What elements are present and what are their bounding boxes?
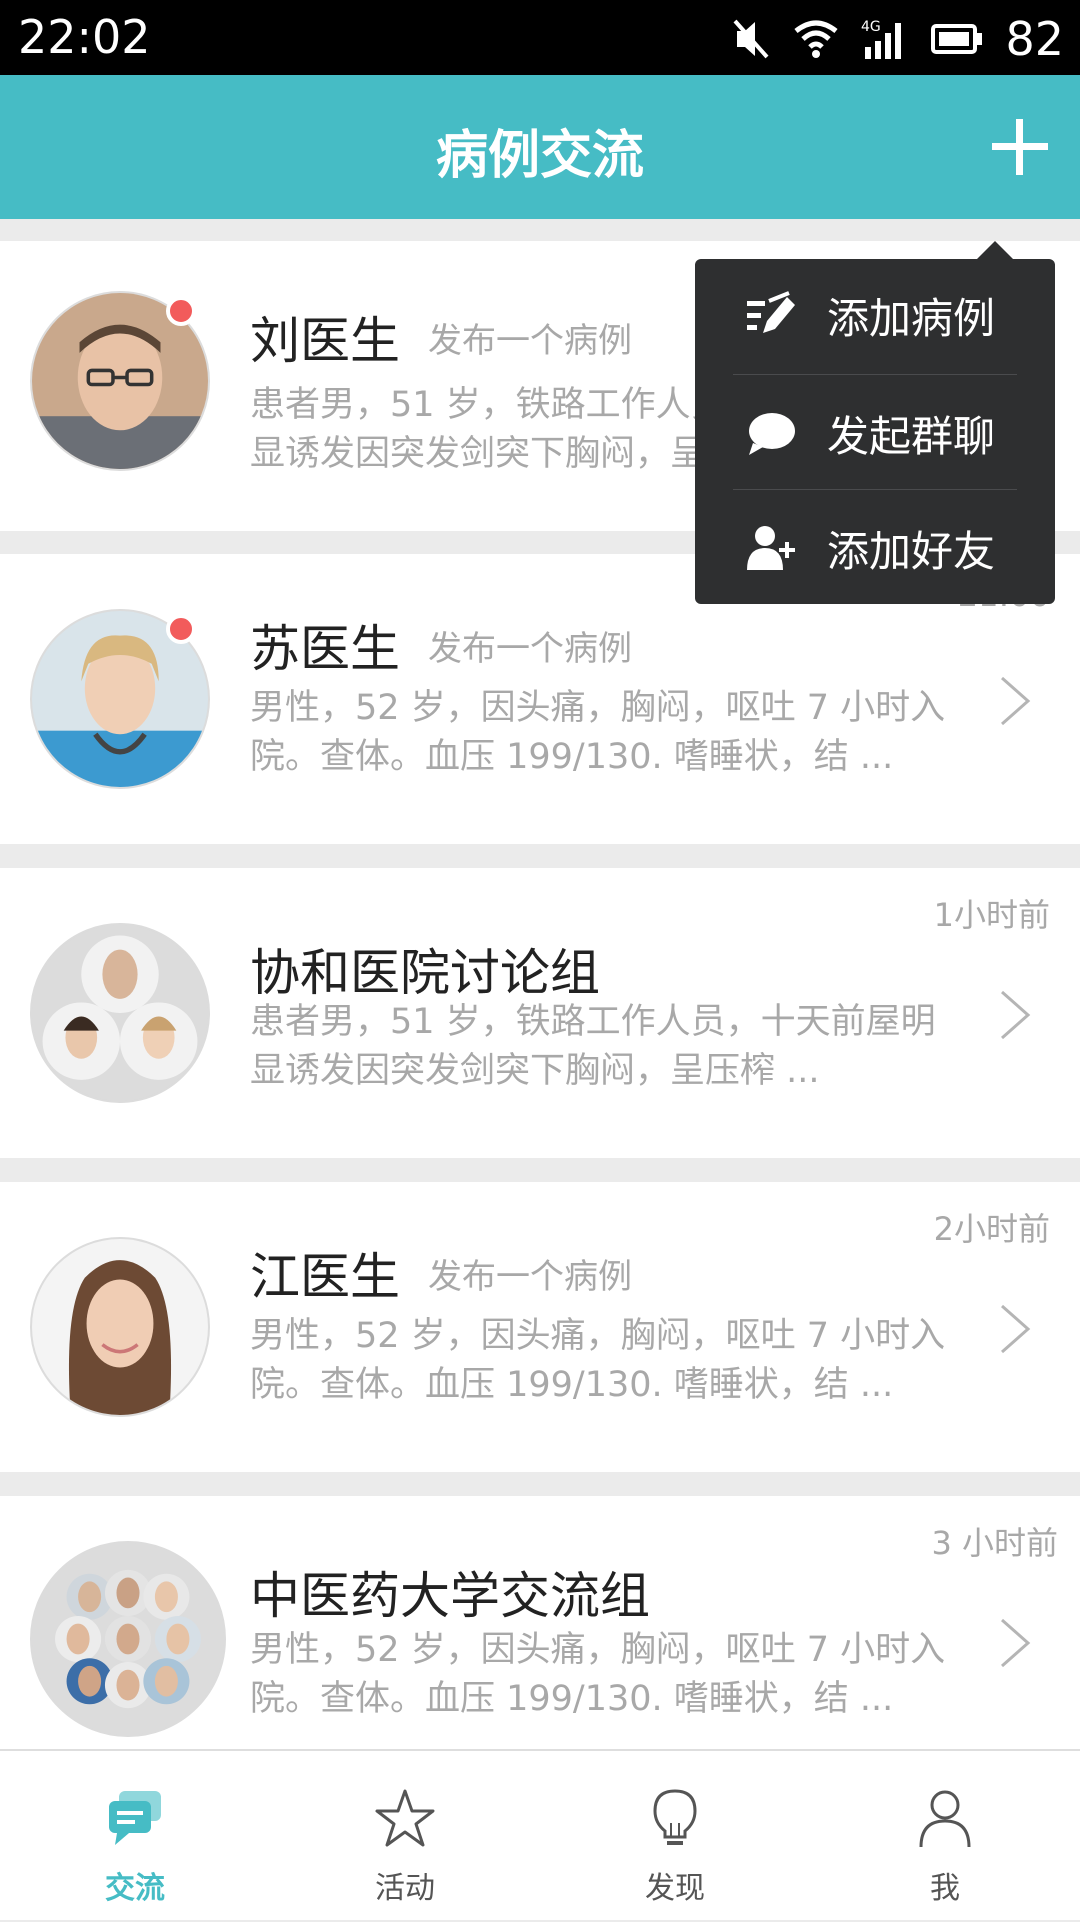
user-icon <box>919 1790 971 1848</box>
contact-action: 发布一个病例 <box>428 321 632 361</box>
lightbulb-icon <box>653 1789 697 1845</box>
contact-name: 苏医生 <box>250 620 400 678</box>
divider <box>733 374 1017 375</box>
chevron-right-icon <box>1001 1618 1031 1668</box>
dropdown-caret <box>977 241 1013 259</box>
timestamp: 1小时前 <box>933 896 1050 934</box>
chevron-right-icon <box>1001 676 1031 726</box>
contact-action: 发布一个病例 <box>428 1257 632 1297</box>
menu-item-label: 添加好友 <box>827 526 996 576</box>
tab-discover[interactable]: 发现 <box>540 1751 810 1922</box>
avatar <box>30 1541 226 1737</box>
list-item[interactable]: 协和医院讨论组 1小时前 患者男，51 岁，铁路工作人员，十天前屋明显诱发因突发… <box>0 868 1080 1158</box>
timestamp: 2小时前 <box>933 1210 1050 1248</box>
status-bar: 22:02 4G 82 <box>0 0 1080 75</box>
tab-label: 发现 <box>645 1871 705 1906</box>
unread-dot <box>166 614 196 644</box>
add-button[interactable] <box>988 115 1052 179</box>
menu-item-add-friend[interactable]: 添加好友 <box>695 492 1055 604</box>
unread-dot <box>166 296 196 326</box>
tab-label: 交流 <box>105 1871 165 1906</box>
list-item[interactable]: 江医生 发布一个病例 2小时前 男性，52 岁，因头痛，胸闷，呕吐 7 小时入院… <box>0 1182 1080 1472</box>
contact-name: 江医生 <box>250 1248 400 1306</box>
message-snippet: 男性，52 岁，因头痛，胸闷，呕吐 7 小时入院。查体。血压 199/130. … <box>250 1316 946 1405</box>
tab-chat[interactable]: 交流 <box>0 1751 270 1922</box>
message-snippet: 患者男，51 岁，铁路工作人员，十天前屋明显诱发因突发剑突下胸闷，呈压榨 ... <box>250 1002 936 1091</box>
contact-name: 刘医生 <box>250 312 400 370</box>
chevron-right-icon <box>1001 990 1031 1040</box>
divider <box>733 489 1017 490</box>
chevron-right-icon <box>1001 1304 1031 1354</box>
contact-name: 中医药大学交流组 <box>250 1567 650 1625</box>
menu-item-label: 添加病例 <box>827 293 996 343</box>
battery-level: 82 <box>1005 12 1064 66</box>
add-user-icon <box>747 526 795 570</box>
tab-label: 我 <box>930 1871 960 1906</box>
mute-icon <box>733 19 769 59</box>
contact-action: 发布一个病例 <box>428 629 632 669</box>
star-icon <box>375 1789 435 1847</box>
message-snippet: 男性，52 岁，因头痛，胸闷，呕吐 7 小时入院。查体。血压 199/130. … <box>250 688 946 777</box>
avatar <box>30 1237 210 1417</box>
group-avatar-image <box>32 1543 224 1735</box>
edit-icon <box>747 291 795 333</box>
contact-name: 协和医院讨论组 <box>250 944 600 1002</box>
menu-item-label: 发起群聊 <box>827 411 996 461</box>
wifi-icon <box>794 20 839 58</box>
group-avatar-image <box>32 925 208 1101</box>
app-bar: 病例交流 <box>0 75 1080 219</box>
plus-icon <box>992 119 1048 175</box>
tab-me[interactable]: 我 <box>810 1751 1080 1922</box>
signal-icon: 4G <box>861 19 902 59</box>
message-snippet: 男性，52 岁，因头痛，胸闷，呕吐 7 小时入院。查体。血压 199/130. … <box>250 1630 946 1719</box>
battery-icon <box>931 24 983 54</box>
bottom-tab-bar: 交流 活动 发现 我 <box>0 1749 1080 1920</box>
timestamp: 3 小时前 <box>931 1524 1058 1562</box>
status-icons: 4G 82 <box>731 12 1064 66</box>
menu-item-group-chat[interactable]: 发起群聊 <box>695 377 1055 489</box>
status-time: 22:02 <box>18 10 151 64</box>
chat-bubble-icon <box>749 413 795 455</box>
tab-label: 活动 <box>375 1871 435 1906</box>
network-type-label: 4G <box>861 19 881 35</box>
menu-item-add-case[interactable]: 添加病例 <box>695 259 1055 371</box>
avatar-image <box>32 1239 208 1415</box>
chat-icon <box>109 1791 161 1845</box>
list-item[interactable]: 中医药大学交流组 3 小时前 男性，52 岁，因头痛，胸闷，呕吐 7 小时入院。… <box>0 1496 1080 1750</box>
tab-activity[interactable]: 活动 <box>270 1751 540 1922</box>
avatar <box>30 923 210 1103</box>
page-title: 病例交流 <box>435 126 644 186</box>
add-menu-dropdown: 添加病例 发起群聊 添加好友 <box>695 241 1055 604</box>
